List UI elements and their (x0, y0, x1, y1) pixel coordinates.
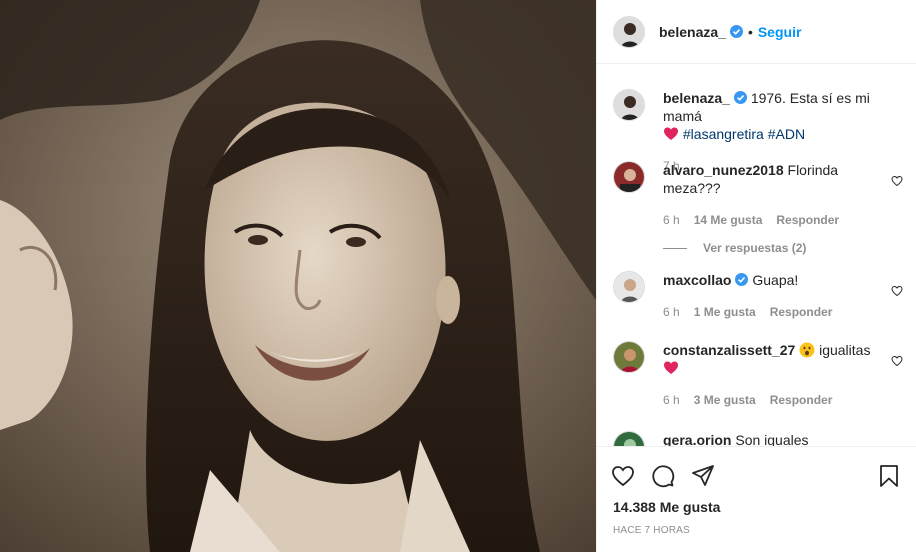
comment-row: constanzalissett_27 igualitas 6 h 3 Me g… (613, 341, 903, 409)
comment-meta: 6 h 3 Me gusta Responder (663, 391, 885, 409)
header-separator: • (747, 23, 753, 40)
comment-likes[interactable]: 1 Me gusta (694, 303, 756, 321)
post-side-panel: belenaza_ • Seguir belenaza_ 1976. Esta … (596, 0, 916, 552)
replies-line (663, 247, 687, 249)
comment-like-heart-icon[interactable] (891, 285, 903, 297)
verified-badge-icon (729, 25, 743, 38)
view-replies-label: Ver respuestas (2) (703, 241, 807, 255)
verified-badge-icon (735, 273, 749, 286)
reply-button[interactable]: Responder (770, 391, 833, 409)
comment-meta: 6 h 1 Me gusta Responder (663, 303, 885, 321)
comment-likes[interactable]: 14 Me gusta (694, 211, 763, 229)
comment-text: igualitas (819, 342, 871, 358)
comment-likes[interactable]: 3 Me gusta (694, 391, 756, 409)
caption-username[interactable]: belenaza_ (663, 90, 730, 106)
reply-button[interactable]: Responder (776, 211, 839, 229)
comment-body: maxcollao Guapa! 6 h 1 Me gusta Responde… (663, 271, 885, 321)
author-username[interactable]: belenaza_ (659, 24, 726, 40)
post-header: belenaza_ • Seguir (597, 0, 916, 64)
commenter-avatar[interactable] (613, 341, 645, 373)
heart-icon[interactable] (611, 464, 635, 488)
share-icon[interactable] (691, 464, 715, 488)
comment-username[interactable]: maxcollao (663, 272, 731, 288)
commenter-avatar[interactable] (613, 271, 645, 303)
verified-badge-icon (733, 91, 747, 104)
comment-body: alvaro_nunez2018 Florinda meza??? 6 h 14… (663, 161, 885, 257)
hashtag-link[interactable]: #lasangretira (683, 126, 764, 142)
comment-time[interactable]: 6 h (663, 211, 680, 229)
header-text: belenaza_ • Seguir (659, 24, 801, 40)
red-heart-emoji (664, 361, 678, 374)
comment-time[interactable]: 6 h (663, 303, 680, 321)
comments-list[interactable]: belenaza_ 1976. Esta sí es mi mamá #lasa… (597, 65, 916, 446)
comment-body: gera.orion Son iguales (663, 431, 885, 446)
commenter-avatar[interactable] (613, 161, 645, 193)
comment-like-heart-icon[interactable] (891, 175, 903, 187)
comment-username[interactable]: alvaro_nunez2018 (663, 162, 784, 178)
comment-like-heart-icon[interactable] (891, 355, 903, 367)
instagram-post: belenaza_ • Seguir belenaza_ 1976. Esta … (0, 0, 916, 552)
comment-username[interactable]: gera.orion (663, 432, 731, 446)
comment-row: alvaro_nunez2018 Florinda meza??? 6 h 14… (613, 161, 903, 257)
surprised-face-emoji (799, 342, 815, 358)
caption-avatar[interactable] (613, 89, 645, 121)
red-heart-emoji (664, 127, 678, 140)
comment-text: Son iguales (735, 432, 809, 446)
post-actions: 14.388 Me gusta HACE 7 HORAS (597, 446, 916, 552)
comment-text: Guapa! (752, 272, 799, 288)
likes-count[interactable]: 14.388 Me gusta (597, 499, 916, 515)
hashtag-link[interactable]: #ADN (768, 126, 805, 142)
comment-time[interactable]: 6 h (663, 391, 680, 409)
comment-meta: 6 h 14 Me gusta Responder (663, 211, 885, 229)
follow-button[interactable]: Seguir (758, 24, 802, 40)
comment-body: constanzalissett_27 igualitas 6 h 3 Me g… (663, 341, 885, 409)
post-photo[interactable] (0, 0, 596, 552)
comment-row: gera.orion Son iguales (613, 431, 903, 446)
author-avatar[interactable] (613, 15, 645, 48)
view-replies[interactable]: Ver respuestas (2) (663, 239, 885, 257)
comment-icon[interactable] (651, 464, 675, 488)
comment-row: maxcollao Guapa! 6 h 1 Me gusta Responde… (613, 271, 903, 321)
post-timestamp[interactable]: HACE 7 HORAS (597, 525, 916, 536)
commenter-avatar[interactable] (613, 431, 645, 446)
action-icons (597, 447, 916, 495)
comment-username[interactable]: constanzalissett_27 (663, 342, 795, 358)
vintage-portrait-image (0, 0, 596, 552)
reply-button[interactable]: Responder (770, 303, 833, 321)
bookmark-icon[interactable] (877, 464, 901, 488)
